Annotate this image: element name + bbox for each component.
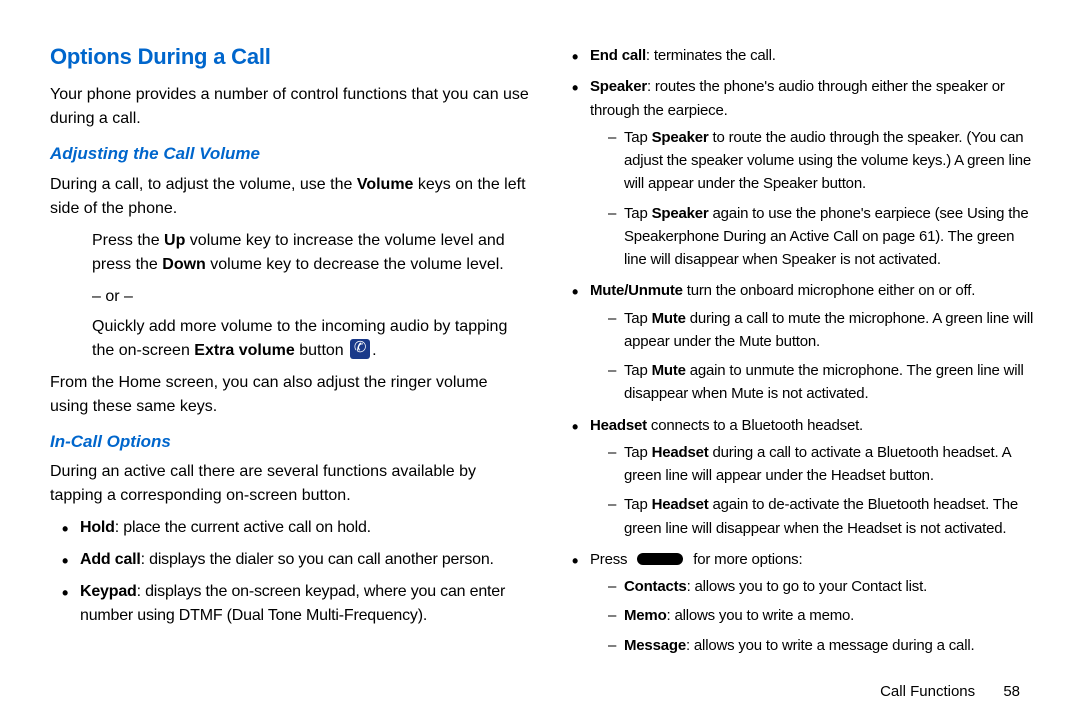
bold-keypad: Keypad bbox=[80, 583, 137, 600]
text: During a call, to adjust the volume, use… bbox=[50, 176, 357, 193]
right-column: End call: terminates the call. Speaker: … bbox=[560, 40, 1040, 665]
text: Tap bbox=[624, 129, 652, 146]
text: : allows you to go to your Contact list. bbox=[687, 578, 927, 595]
page-number: 58 bbox=[1003, 683, 1020, 700]
press-paragraph: Press the Up volume key to increase the … bbox=[50, 229, 530, 277]
list-item: Headset connects to a Bluetooth headset.… bbox=[578, 414, 1040, 540]
speaker-sublist: Tap Speaker to route the audio through t… bbox=[590, 126, 1040, 272]
list-item: Tap Speaker to route the audio through t… bbox=[610, 126, 1040, 196]
menu-key-icon bbox=[637, 553, 683, 565]
text: Press bbox=[590, 551, 631, 568]
list-item: Tap Speaker again to use the phone's ear… bbox=[610, 202, 1040, 272]
list-item: Message: allows you to write a message d… bbox=[610, 634, 1040, 657]
text: Tap bbox=[624, 310, 652, 327]
headset-sublist: Tap Headset during a call to activate a … bbox=[590, 441, 1040, 540]
list-item: Tap Headset again to de-activate the Blu… bbox=[610, 493, 1040, 540]
text: : terminates the call. bbox=[646, 47, 776, 64]
text: Press the bbox=[92, 232, 164, 249]
page-title: Options During a Call bbox=[50, 40, 530, 73]
list-item: Tap Mute during a call to mute the micro… bbox=[610, 307, 1040, 354]
text: button bbox=[295, 342, 348, 359]
list-item: Press for more options: Contacts: allows… bbox=[578, 548, 1040, 657]
text: : allows you to write a memo. bbox=[667, 607, 855, 624]
more-options-sublist: Contacts: allows you to go to your Conta… bbox=[590, 575, 1040, 657]
text: Tap bbox=[624, 362, 652, 379]
subhead-adjust-volume: Adjusting the Call Volume bbox=[50, 141, 530, 167]
text: again to use the phone's earpiece (see bbox=[709, 205, 967, 222]
bold-hold: Hold bbox=[80, 519, 115, 536]
bold-speaker: Speaker bbox=[652, 129, 709, 146]
list-item: Hold: place the current active call on h… bbox=[68, 516, 530, 540]
list-item: Tap Headset during a call to activate a … bbox=[610, 441, 1040, 488]
intro-paragraph: Your phone provides a number of control … bbox=[50, 83, 530, 131]
or-separator: – or – bbox=[50, 285, 530, 309]
bold-up: Up bbox=[164, 232, 185, 249]
mute-sublist: Tap Mute during a call to mute the micro… bbox=[590, 307, 1040, 406]
text: Tap bbox=[624, 444, 652, 461]
text: for more options: bbox=[689, 551, 802, 568]
list-item: Speaker: routes the phone's audio throug… bbox=[578, 75, 1040, 271]
bold-headset: Headset bbox=[652, 444, 709, 461]
text: : allows you to write a message during a… bbox=[686, 637, 974, 654]
text: : displays the on-screen keypad, where y… bbox=[80, 583, 505, 624]
bold-addcall: Add call bbox=[80, 551, 141, 568]
incall-paragraph: During an active call there are several … bbox=[50, 460, 530, 508]
bold-mute: Mute/Unmute bbox=[590, 282, 683, 299]
incall-list: Hold: place the current active call on h… bbox=[50, 516, 530, 628]
quick-paragraph: Quickly add more volume to the incoming … bbox=[50, 315, 530, 363]
bold-down: Down bbox=[162, 256, 206, 273]
manual-page: Options During a Call Your phone provide… bbox=[0, 0, 1080, 685]
text: volume key to decrease the volume level. bbox=[206, 256, 504, 273]
footer-section: Call Functions bbox=[880, 683, 975, 700]
list-item: Contacts: allows you to go to your Conta… bbox=[610, 575, 1040, 598]
bold-memo: Memo bbox=[624, 607, 667, 624]
bold-speaker: Speaker bbox=[652, 205, 709, 222]
bold-headset: Headset bbox=[652, 496, 709, 513]
text: turn the onboard microphone either on or… bbox=[683, 282, 975, 299]
bold-headset: Headset bbox=[590, 417, 647, 434]
bold-mute: Mute bbox=[652, 362, 686, 379]
text: : place the current active call on hold. bbox=[115, 519, 371, 536]
extra-volume-icon bbox=[350, 339, 370, 359]
home-paragraph: From the Home screen, you can also adjus… bbox=[50, 371, 530, 419]
text: Tap bbox=[624, 496, 652, 513]
adjust-paragraph: During a call, to adjust the volume, use… bbox=[50, 173, 530, 221]
bold-volume: Volume bbox=[357, 176, 414, 193]
text: : displays the dialer so you can call an… bbox=[141, 551, 494, 568]
bold-extra-volume: Extra volume bbox=[194, 342, 294, 359]
page-footer: Call Functions 58 bbox=[880, 683, 1020, 700]
list-item: Mute/Unmute turn the onboard microphone … bbox=[578, 279, 1040, 405]
list-item: Add call: displays the dialer so you can… bbox=[68, 548, 530, 572]
left-column: Options During a Call Your phone provide… bbox=[50, 40, 530, 665]
bold-message: Message bbox=[624, 637, 686, 654]
text: Tap bbox=[624, 205, 652, 222]
list-item: Memo: allows you to write a memo. bbox=[610, 604, 1040, 627]
options-list: End call: terminates the call. Speaker: … bbox=[560, 44, 1040, 657]
bold-endcall: End call bbox=[590, 47, 646, 64]
text: . bbox=[372, 342, 376, 359]
list-item: Tap Mute again to unmute the microphone.… bbox=[610, 359, 1040, 406]
bold-mute: Mute bbox=[652, 310, 686, 327]
text: connects to a Bluetooth headset. bbox=[647, 417, 863, 434]
list-item: Keypad: displays the on-screen keypad, w… bbox=[68, 580, 530, 628]
text: during a call to mute the microphone. A … bbox=[624, 310, 1033, 350]
bold-contacts: Contacts bbox=[624, 578, 687, 595]
text: : routes the phone's audio through eithe… bbox=[590, 78, 1005, 118]
list-item: End call: terminates the call. bbox=[578, 44, 1040, 67]
subhead-incall: In-Call Options bbox=[50, 429, 530, 455]
bold-speaker: Speaker bbox=[590, 78, 647, 95]
